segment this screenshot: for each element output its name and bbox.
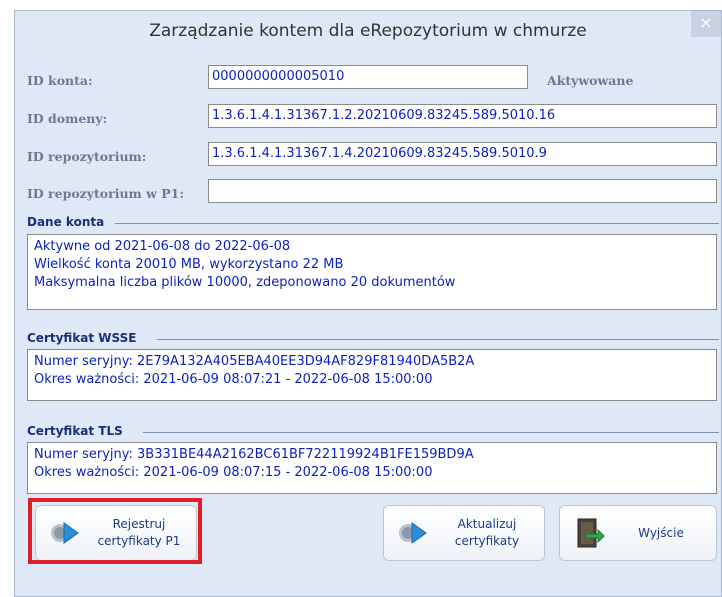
- arrow-right-icon: [399, 522, 427, 544]
- repository-id-label: ID repozytorium:: [27, 149, 147, 164]
- exit-label: Wyjście: [638, 526, 684, 540]
- update-label-line2: certyfikaty: [454, 534, 520, 548]
- section-divider: [157, 339, 719, 340]
- account-id-label: ID konta:: [27, 73, 93, 88]
- update-certificates-button[interactable]: Aktualizuj certyfikaty: [383, 505, 545, 561]
- wsse-cert-title: Certyfikat WSSE: [27, 331, 137, 345]
- exit-door-icon: [577, 518, 605, 548]
- tls-cert-box: Numer seryjny: 3B331BE44A2162BC61BF72211…: [27, 442, 717, 494]
- close-icon: ×: [699, 13, 713, 32]
- account-size: Wielkość konta 20010 MB, wykorzystano 22…: [34, 257, 344, 272]
- account-status: Aktywowane: [547, 73, 634, 88]
- highlight-frame: [28, 498, 202, 564]
- section-divider: [115, 223, 719, 224]
- domain-id-field[interactable]: 1.3.6.1.4.1.31367.1.2.20210609.83245.589…: [208, 104, 717, 128]
- wsse-cert-box: Numer seryjny: 2E79A132A405EBA40EE3D94AF…: [27, 349, 717, 401]
- window-title: Zarządzanie kontem dla eRepozytorium w c…: [149, 21, 587, 41]
- account-active-period: Aktywne od 2021-06-08 do 2022-06-08: [34, 239, 291, 254]
- domain-id-label: ID domeny:: [27, 111, 108, 126]
- wsse-serial: Numer seryjny: 2E79A132A405EBA40EE3D94AF…: [34, 354, 475, 369]
- wsse-validity: Okres ważności: 2021-06-09 08:07:21 - 20…: [34, 372, 433, 387]
- repository-id-p1-label: ID repozytorium w P1:: [27, 186, 184, 201]
- update-label-line1: Aktualizuj: [457, 517, 517, 531]
- account-data-box: Aktywne od 2021-06-08 do 2022-06-08 Wiel…: [27, 234, 717, 310]
- repository-id-field[interactable]: 1.3.6.1.4.1.31367.1.4.20210609.83245.589…: [208, 142, 717, 166]
- tls-cert-title: Certyfikat TLS: [27, 424, 123, 438]
- tls-serial: Numer seryjny: 3B331BE44A2162BC61BF72211…: [34, 447, 474, 462]
- account-data-title: Dane konta: [27, 215, 105, 229]
- tls-validity: Okres ważności: 2021-06-09 08:07:15 - 20…: [34, 465, 433, 480]
- close-button[interactable]: ×: [691, 11, 721, 37]
- account-id-field[interactable]: 0000000000005010: [208, 65, 528, 89]
- repository-id-p1-field[interactable]: [208, 179, 717, 203]
- section-divider: [143, 432, 719, 433]
- account-file-limit: Maksymalna liczba plików 10000, zdeponow…: [34, 275, 456, 290]
- exit-button[interactable]: Wyjście: [559, 505, 717, 561]
- title-bar: Zarządzanie kontem dla eRepozytorium w c…: [15, 11, 721, 51]
